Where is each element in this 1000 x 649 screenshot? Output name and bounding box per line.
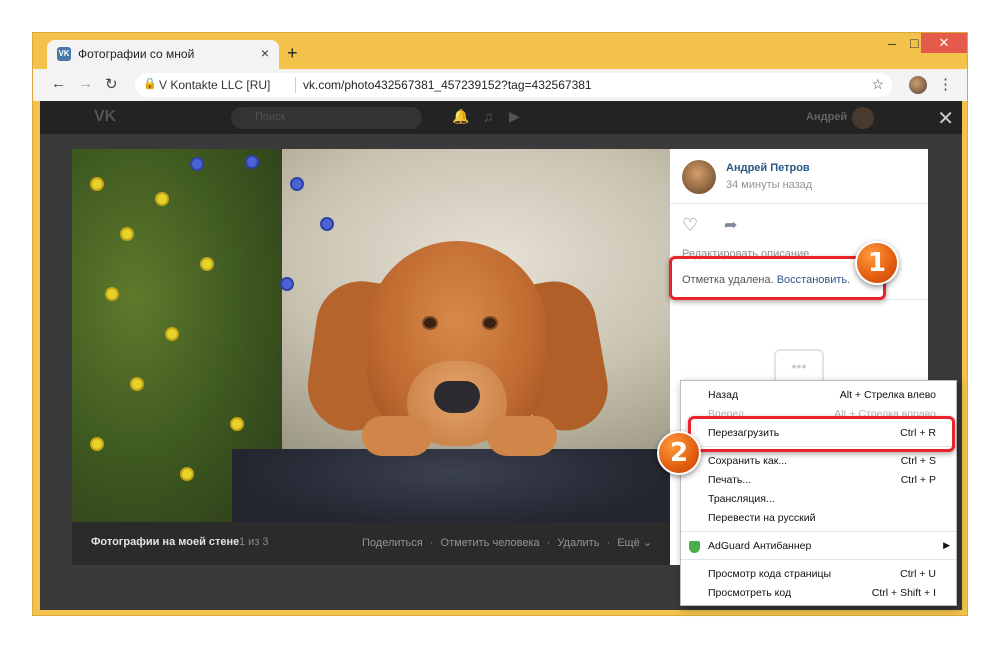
menu-item-view-source[interactable]: Просмотр кода страницы Ctrl + U (681, 565, 956, 583)
forward-button[interactable]: → (78, 75, 93, 92)
menu-item-label: Просмотр кода страницы (708, 568, 832, 580)
menu-item-label: AdGuard Антибаннер (708, 540, 812, 552)
maximize-button[interactable]: □ (910, 35, 918, 51)
tag-person-link[interactable]: Отметить человека (441, 537, 540, 549)
tab-close-icon[interactable]: × (261, 45, 269, 61)
photo-counter: 1 из 3 (239, 536, 269, 548)
heart-icon[interactable]: ♡ (682, 215, 698, 236)
context-menu: Назад Alt + Стрелка влево Вперед Alt + С… (680, 380, 957, 606)
author-name[interactable]: Андрей Петров (726, 162, 810, 174)
menu-item-shortcut: Ctrl + P (900, 474, 936, 486)
search-placeholder: Поиск (255, 111, 286, 123)
highlight-restore-box (669, 256, 886, 300)
flower (92, 439, 102, 449)
browser-toolbar: ← → ↻ 🔒 V Kontakte LLC [RU] vk.com/photo… (33, 69, 967, 101)
action-dot: · (429, 537, 434, 549)
flower (92, 179, 102, 189)
menu-item-adguard[interactable]: AdGuard Антибаннер ▶ (681, 537, 956, 555)
blue-flower (247, 157, 257, 167)
more-link[interactable]: Ещё ⌄ (617, 537, 652, 549)
tab-strip: VK Фотографии со мной × + – □ ✕ (33, 33, 967, 69)
action-dot: · (546, 537, 551, 549)
flower (122, 229, 132, 239)
dog-nose (434, 381, 480, 413)
action-dot: · (606, 537, 611, 549)
photo-image[interactable] (72, 149, 670, 522)
adguard-shield-icon (689, 541, 700, 553)
address-bar[interactable]: 🔒 V Kontakte LLC [RU] vk.com/photo432567… (135, 73, 892, 97)
album-title[interactable]: Фотографии на моей стене (91, 536, 239, 548)
tab-active[interactable]: VK Фотографии со мной × (47, 40, 279, 69)
lock-icon[interactable]: 🔒 (143, 77, 157, 90)
menu-item-label: Просмотреть код (708, 587, 792, 599)
vk-logo[interactable]: VK (94, 108, 116, 126)
flower (157, 194, 167, 204)
url-text[interactable]: vk.com/photo432567381_457239152?tag=4325… (303, 78, 592, 92)
flower (202, 259, 212, 269)
menu-item-label: Сохранить как... (708, 455, 788, 467)
play-icon[interactable]: ▶ (509, 108, 520, 125)
site-info[interactable]: V Kontakte LLC [RU] (159, 78, 270, 92)
submenu-arrow-icon: ▶ (943, 540, 950, 550)
flower (182, 469, 192, 479)
browser-menu-icon[interactable]: ⋮ (938, 75, 953, 93)
photo-bottom-bar: Фотографии на моей стене 1 из 3 Поделить… (72, 522, 670, 565)
highlight-reload-box (688, 416, 955, 452)
new-tab-button[interactable]: + (287, 43, 298, 64)
close-viewer-icon[interactable]: ✕ (937, 106, 954, 131)
vk-header: VK Поиск 🔔 ♫ ▶ Андрей (40, 101, 962, 134)
vk-user-name[interactable]: Андрей (806, 111, 847, 123)
menu-item-shortcut: Ctrl + U (900, 568, 936, 580)
dog-right-eye (482, 316, 498, 330)
reload-button[interactable]: ↻ (105, 75, 118, 93)
step-marker-2: 2 (657, 431, 701, 475)
menu-item-label: Назад (708, 389, 739, 401)
profile-avatar[interactable] (909, 76, 927, 94)
flower (167, 329, 177, 339)
minimize-button[interactable]: – (888, 35, 896, 51)
menu-separator (681, 559, 956, 560)
author-avatar[interactable] (682, 160, 716, 194)
bookmark-star-icon[interactable]: ☆ (871, 76, 884, 93)
menu-item-back[interactable]: Назад Alt + Стрелка влево (681, 386, 956, 404)
menu-item-cast[interactable]: Трансляция... (681, 490, 956, 508)
flower (107, 289, 117, 299)
vk-favicon-icon: VK (57, 47, 71, 61)
blue-flower (192, 159, 202, 169)
flower (132, 379, 142, 389)
post-time[interactable]: 34 минуты назад (726, 179, 812, 191)
menu-item-translate[interactable]: Перевести на русский (681, 509, 956, 527)
menu-item-shortcut: Ctrl + Shift + I (871, 587, 936, 599)
share-icon[interactable]: ➦ (724, 215, 737, 235)
vk-search-input[interactable]: Поиск (231, 107, 422, 129)
address-divider (295, 77, 296, 93)
menu-item-save-as[interactable]: Сохранить как... Ctrl + S (681, 452, 956, 470)
blue-flower (282, 279, 292, 289)
music-icon[interactable]: ♫ (483, 108, 494, 124)
back-button[interactable]: ← (51, 75, 66, 92)
bell-icon[interactable]: 🔔 (452, 108, 469, 125)
step-marker-1: 1 (855, 241, 899, 285)
flower (232, 419, 242, 429)
blue-flower (292, 179, 302, 189)
dog-illustration (301, 221, 615, 461)
divider (670, 203, 928, 204)
dog-left-paw (362, 416, 432, 456)
menu-item-inspect[interactable]: Просмотреть код Ctrl + Shift + I (681, 584, 956, 602)
dog-right-paw (487, 416, 557, 456)
delete-link[interactable]: Удалить (557, 537, 599, 549)
dog-left-eye (422, 316, 438, 330)
menu-item-label: Перевести на русский (708, 512, 816, 524)
menu-item-label: Печать... (708, 474, 752, 486)
menu-separator (681, 531, 956, 532)
photo-actions: Поделиться · Отметить человека · Удалить… (362, 536, 656, 549)
menu-item-label: Трансляция... (708, 493, 775, 505)
menu-item-print[interactable]: Печать... Ctrl + P (681, 471, 956, 489)
share-link[interactable]: Поделиться (362, 537, 423, 549)
vk-user-avatar[interactable] (852, 107, 874, 129)
menu-item-shortcut: Ctrl + S (900, 455, 936, 467)
tab-title: Фотографии со мной (78, 47, 195, 61)
window-close-button[interactable]: ✕ (921, 33, 967, 53)
menu-item-shortcut: Alt + Стрелка влево (839, 389, 936, 401)
